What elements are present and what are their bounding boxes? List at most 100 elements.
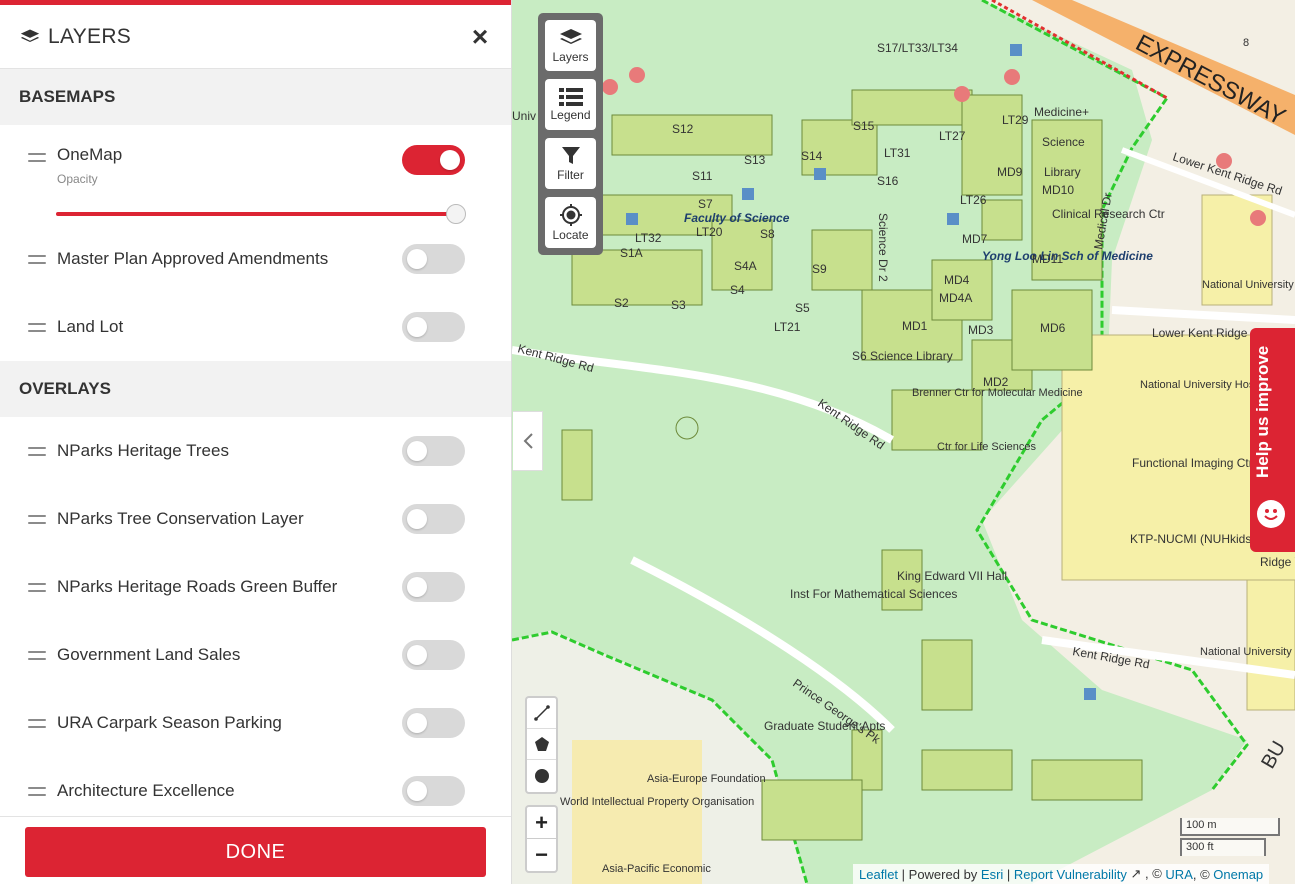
drag-handle-icon[interactable] [28,254,46,264]
opacity-slider[interactable] [56,203,466,225]
drag-handle-icon[interactable] [28,582,46,592]
layers-icon [20,29,40,42]
svg-text:Science Dr 2: Science Dr 2 [876,213,890,282]
svg-text:National University Health Sys: National University Health System Bldg [1200,646,1295,658]
svg-text:LT21: LT21 [774,320,801,334]
svg-text:King Edward VII Hall: King Edward VII Hall [897,569,1007,583]
svg-text:S4A: S4A [734,259,757,273]
drag-handle-icon[interactable] [28,153,46,162]
leaflet-link[interactable]: Leaflet [859,867,898,882]
svg-text:S5: S5 [795,301,810,315]
zoom-out-button[interactable]: − [527,839,556,871]
layer-label: NParks Heritage Roads Green Buffer [57,577,338,596]
svg-text:S17/LT33/LT34: S17/LT33/LT34 [877,41,958,55]
svg-text:LT29: LT29 [1002,113,1029,127]
attribution-sep-2: | [1003,866,1014,882]
svg-text:S2: S2 [614,296,629,310]
draw-circle-button[interactable] [527,760,556,791]
scale-bar: 100 m 300 ft [1180,818,1280,856]
scale-imperial: 300 ft [1180,838,1266,856]
map-attribution: Leaflet | Powered by Esri | Report Vulne… [853,864,1270,884]
svg-text:MD11: MD11 [1032,252,1063,266]
overlays-section-header: OVERLAYS [0,361,511,417]
overlay-item-tree-conservation: NParks Tree Conservation Layer [0,485,511,553]
drag-handle-icon[interactable] [28,322,46,332]
layer-toggle[interactable] [402,776,465,806]
drag-handle-icon[interactable] [28,514,46,524]
polygon-icon [534,737,549,751]
overlay-item-ura-carpark: URA Carpark Season Parking [0,689,511,757]
layer-label: Government Land Sales [57,645,241,664]
svg-text:World Intellectual Property Or: World Intellectual Property Organisation [560,796,754,808]
basemap-item-master-plan: Master Plan Approved Amendments [0,225,511,293]
filter-icon [561,146,580,164]
collapse-sidebar-button[interactable] [513,411,543,471]
layer-toggle[interactable] [402,244,465,274]
svg-text:MD9: MD9 [997,165,1023,179]
drag-handle-icon[interactable] [28,786,46,796]
attribution-sep-4: , © [1192,866,1214,882]
layer-toggle[interactable] [402,145,465,175]
filter-tool-button[interactable]: Filter [545,138,596,189]
svg-text:S9: S9 [812,262,827,276]
map-view[interactable]: EXPRESSWAY Kent Ridge Rd Kent Ridge Rd K… [512,0,1295,884]
layer-toggle[interactable] [402,640,465,670]
zoom-in-button[interactable]: + [527,807,556,839]
layer-toggle[interactable] [402,504,465,534]
map-canvas[interactable]: EXPRESSWAY Kent Ridge Rd Kent Ridge Rd K… [512,0,1295,884]
svg-text:S12: S12 [672,122,694,136]
svg-text:S11: S11 [692,169,713,183]
layer-toggle[interactable] [402,436,465,466]
svg-text:MD3: MD3 [968,323,994,337]
svg-text:S1A: S1A [620,246,643,260]
layer-toggle[interactable] [402,312,465,342]
layer-toggle[interactable] [402,572,465,602]
svg-text:LT27: LT27 [939,129,966,143]
attribution-sep-3: ↗ , © [1126,866,1166,881]
ura-link[interactable]: URA [1165,867,1192,882]
svg-text:Yong Loo Lin Sch of Medicine: Yong Loo Lin Sch of Medicine [982,249,1153,263]
legend-icon [558,87,583,106]
draw-controls [525,696,558,794]
close-icon[interactable]: × [469,22,491,51]
svg-text:S6 Science Library: S6 Science Library [852,349,953,363]
overlay-item-government-land-sales: Government Land Sales [0,621,511,689]
done-button[interactable]: DONE [25,827,486,877]
report-vulnerability-link[interactable]: Report Vulnerability [1014,867,1127,882]
locate-tool-button[interactable]: Locate [545,197,596,248]
svg-text:Faculty of Science: Faculty of Science [684,211,790,225]
help-improve-button[interactable]: Help us improve [1250,328,1295,552]
svg-text:National University Hosp: National University Hosp [1140,379,1260,391]
layer-toggle[interactable] [402,708,465,738]
svg-text:Brenner Ctr for Molecular Medi: Brenner Ctr for Molecular Medicine [912,387,1083,399]
opacity-slider-thumb[interactable] [446,204,466,224]
svg-text:National University Ctr For Or: National University Ctr For Oral Health [1202,279,1295,291]
legend-tool-label: Legend [550,107,591,122]
legend-tool-button[interactable]: Legend [545,79,596,130]
svg-text:MD4A: MD4A [939,291,972,305]
drag-handle-icon[interactable] [28,718,46,728]
svg-text:S8: S8 [760,227,775,241]
basemap-item-onemap: OneMap Opacity [0,125,511,225]
drag-handle-icon[interactable] [28,650,46,660]
locate-icon [559,203,582,226]
layer-label: URA Carpark Season Parking [57,713,282,732]
svg-text:S13: S13 [744,153,766,167]
draw-line-button[interactable] [527,698,556,729]
basemap-item-land-lot: Land Lot [0,293,511,361]
panel-header: LAYERS × [0,5,511,69]
svg-text:LT32: LT32 [635,231,662,245]
svg-text:Ridge Wing 2: Ridge Wing 2 [1260,555,1295,569]
esri-link[interactable]: Esri [981,867,1003,882]
svg-text:Lower Kent Ridge: Lower Kent Ridge [1152,326,1248,340]
layers-tool-button[interactable]: Layers [545,20,596,71]
draw-polygon-button[interactable] [527,729,556,760]
svg-text:Library: Library [1044,165,1081,179]
svg-text:Univ: Univ [512,109,536,123]
drag-handle-icon[interactable] [28,446,46,456]
svg-text:KTP-NUCMI (NUHkids): KTP-NUCMI (NUHkids) [1130,532,1255,546]
layer-label: OneMap [57,145,123,164]
onemap-link[interactable]: Onemap [1213,867,1263,882]
svg-text:S15: S15 [853,119,875,133]
overlay-item-architecture-excellence: Architecture Excellence [0,757,511,825]
